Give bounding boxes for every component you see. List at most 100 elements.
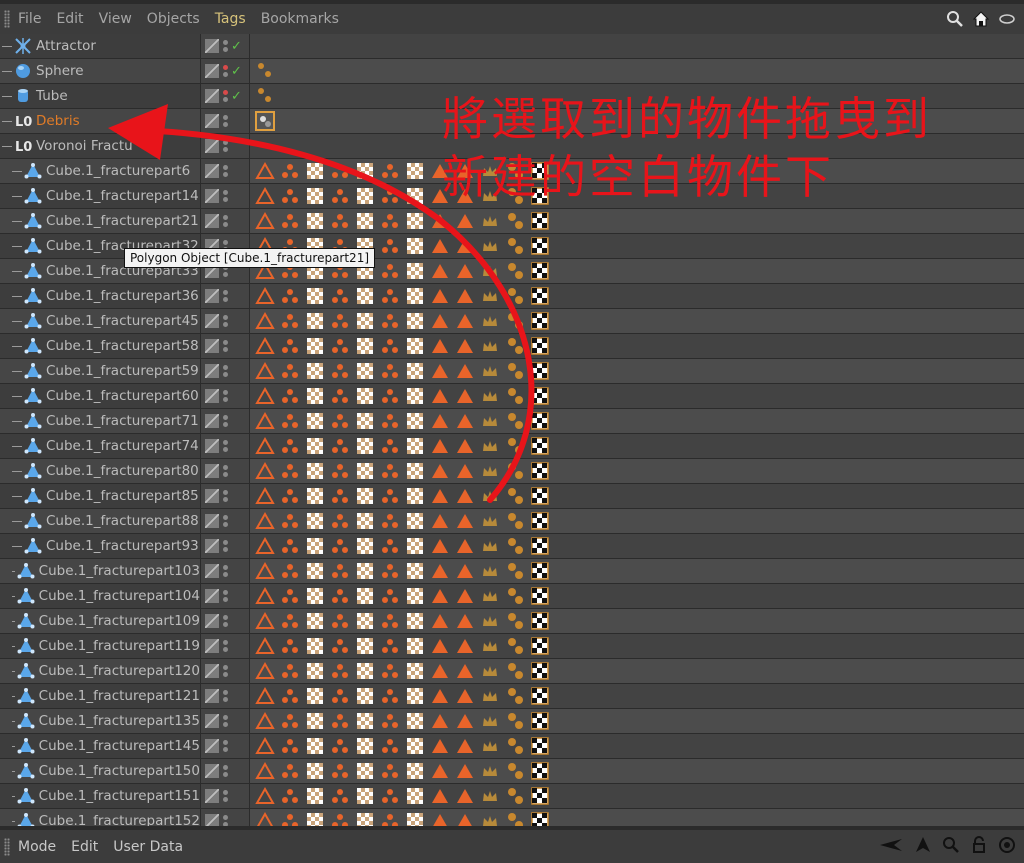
uvw-tag-icon[interactable]	[355, 686, 375, 706]
material-tag-icon[interactable]	[430, 411, 450, 431]
object-name-cell[interactable]: Cube.1_fracturepart120	[0, 659, 200, 683]
layer-box[interactable]	[205, 464, 219, 478]
uvw-tag-icon[interactable]	[305, 611, 325, 631]
object-row[interactable]: Cube.1_fracturepart45	[0, 309, 1024, 334]
texture-tag-icon[interactable]	[380, 286, 400, 306]
object-name[interactable]: Cube.1_fracturepart45	[46, 313, 199, 329]
material-tag-icon[interactable]	[430, 661, 450, 681]
menu-bookmarks[interactable]: Bookmarks	[261, 11, 339, 27]
object-row[interactable]: Cube.1_fracturepart145	[0, 734, 1024, 759]
texture-tag-icon[interactable]	[280, 311, 300, 331]
bw-checker-tag-icon[interactable]	[530, 561, 550, 581]
dynamics-tag-icon[interactable]	[505, 786, 525, 806]
material-tag-icon[interactable]	[430, 536, 450, 556]
texture-tag-icon[interactable]	[330, 461, 350, 481]
object-name[interactable]: Cube.1_fracturepart74	[46, 438, 199, 454]
texture-tag-icon[interactable]	[380, 261, 400, 281]
selection-tag-icon[interactable]	[480, 411, 500, 431]
visibility-dots[interactable]	[223, 113, 229, 129]
texture-tag-icon[interactable]	[380, 436, 400, 456]
object-name[interactable]: Cube.1_fracturepart58	[46, 338, 199, 354]
home-icon[interactable]	[972, 10, 990, 28]
visibility-dots[interactable]	[223, 438, 229, 454]
grip-handle-bottom[interactable]	[4, 837, 10, 856]
phong-tag-icon[interactable]	[255, 511, 275, 531]
uvw-tag-icon[interactable]	[405, 211, 425, 231]
visibility-dots[interactable]	[223, 513, 229, 529]
bw-checker-tag-icon[interactable]	[530, 536, 550, 556]
layer-box[interactable]	[205, 89, 219, 103]
object-name[interactable]: Cube.1_fracturepart135	[39, 713, 200, 729]
layer-box[interactable]	[205, 489, 219, 503]
visibility-dots[interactable]	[223, 813, 229, 826]
layer-box[interactable]	[205, 739, 219, 753]
phong-tag-icon[interactable]	[255, 636, 275, 656]
uvw-tag-icon[interactable]	[305, 386, 325, 406]
texture-tag-icon[interactable]	[380, 811, 400, 826]
layer-box[interactable]	[205, 214, 219, 228]
layer-box[interactable]	[205, 514, 219, 528]
texture-tag-icon[interactable]	[280, 536, 300, 556]
selection-tag-icon[interactable]	[480, 311, 500, 331]
bw-checker-tag-icon[interactable]	[530, 611, 550, 631]
texture-tag-icon[interactable]	[330, 486, 350, 506]
bw-checker-tag-icon[interactable]	[530, 261, 550, 281]
texture-tag-icon[interactable]	[330, 736, 350, 756]
material-tag-icon[interactable]	[430, 711, 450, 731]
layer-box[interactable]	[205, 64, 219, 78]
material-tag-icon[interactable]	[455, 311, 475, 331]
material-tag-icon[interactable]	[455, 461, 475, 481]
uvw-tag-icon[interactable]	[355, 511, 375, 531]
layer-box[interactable]	[205, 389, 219, 403]
dynamics-tag-icon[interactable]	[255, 86, 275, 106]
object-name[interactable]: Cube.1_fracturepart119	[39, 638, 200, 654]
uvw-tag-icon[interactable]	[305, 336, 325, 356]
object-name-cell[interactable]: Cube.1_fracturepart119	[0, 634, 200, 658]
texture-tag-icon[interactable]	[280, 386, 300, 406]
object-name-cell[interactable]: Sphere	[0, 59, 200, 83]
object-name-cell[interactable]: Cube.1_fracturepart135	[0, 709, 200, 733]
selection-tag-icon[interactable]	[480, 586, 500, 606]
object-row[interactable]: Cube.1_fracturepart151	[0, 784, 1024, 809]
enabled-check-icon[interactable]: ✓	[231, 39, 242, 54]
uvw-tag-icon[interactable]	[355, 336, 375, 356]
texture-tag-icon[interactable]	[380, 761, 400, 781]
object-row[interactable]: Cube.1_fracturepart71	[0, 409, 1024, 434]
back-arrow-icon[interactable]	[878, 836, 904, 854]
texture-tag-icon[interactable]	[280, 411, 300, 431]
uvw-tag-icon[interactable]	[405, 261, 425, 281]
layer-box[interactable]	[205, 189, 219, 203]
texture-tag-icon[interactable]	[330, 211, 350, 231]
object-name-cell[interactable]: Cube.1_fracturepart104	[0, 584, 200, 608]
texture-tag-icon[interactable]	[330, 536, 350, 556]
uvw-tag-icon[interactable]	[305, 661, 325, 681]
dynamics-tag-icon[interactable]	[505, 436, 525, 456]
material-tag-icon[interactable]	[430, 311, 450, 331]
visibility-dots[interactable]	[223, 588, 229, 604]
uvw-tag-icon[interactable]	[355, 411, 375, 431]
dynamics-tag-icon[interactable]	[505, 486, 525, 506]
uvw-tag-icon[interactable]	[305, 186, 325, 206]
object-row[interactable]: Cube.1_fracturepart93	[0, 534, 1024, 559]
object-row[interactable]: Cube.1_fracturepart85	[0, 484, 1024, 509]
texture-tag-icon[interactable]	[380, 411, 400, 431]
texture-tag-icon[interactable]	[280, 661, 300, 681]
uvw-tag-icon[interactable]	[405, 686, 425, 706]
visibility-dots[interactable]	[223, 738, 229, 754]
uvw-tag-icon[interactable]	[405, 661, 425, 681]
selection-tag-icon[interactable]	[480, 211, 500, 231]
phong-tag-icon[interactable]	[255, 736, 275, 756]
bw-checker-tag-icon[interactable]	[530, 511, 550, 531]
bw-checker-tag-icon[interactable]	[530, 311, 550, 331]
material-tag-icon[interactable]	[430, 686, 450, 706]
material-tag-icon[interactable]	[455, 661, 475, 681]
selection-tag-icon[interactable]	[480, 261, 500, 281]
object-name[interactable]: Cube.1_fracturepart120	[39, 663, 200, 679]
uvw-tag-icon[interactable]	[305, 211, 325, 231]
bw-checker-tag-icon[interactable]	[530, 736, 550, 756]
material-tag-icon[interactable]	[430, 636, 450, 656]
material-tag-icon[interactable]	[455, 411, 475, 431]
texture-tag-icon[interactable]	[380, 236, 400, 256]
material-tag-icon[interactable]	[455, 511, 475, 531]
object-name[interactable]: Cube.1_fracturepart152	[39, 813, 200, 826]
